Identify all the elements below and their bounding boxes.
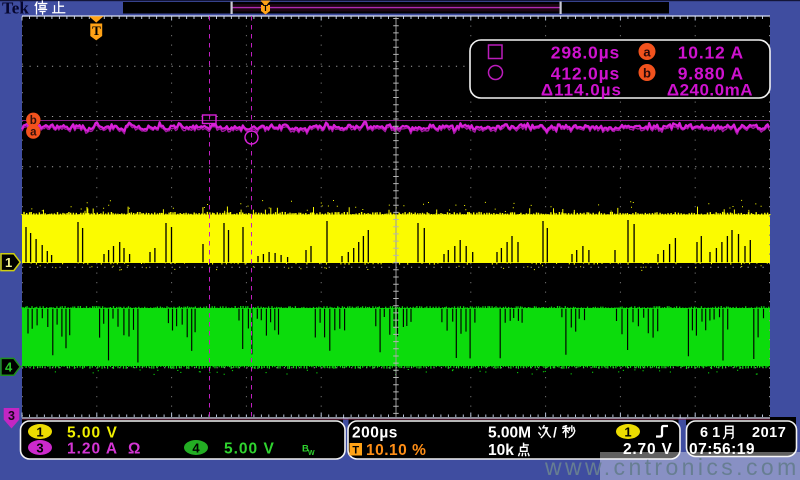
svg-text:/: / (553, 424, 557, 440)
svg-text:Δ240.0mA: Δ240.0mA (667, 81, 753, 100)
svg-text:4: 4 (192, 441, 200, 456)
svg-text:1: 1 (5, 255, 12, 270)
svg-text:10.10 %: 10.10 % (366, 442, 426, 459)
svg-text:Ω: Ω (128, 441, 140, 458)
svg-text:5.00 V: 5.00 V (67, 425, 118, 442)
svg-text:b: b (643, 66, 651, 81)
svg-text:1: 1 (624, 425, 631, 440)
svg-text:1.20 A: 1.20 A (67, 441, 118, 458)
svg-text:T: T (92, 23, 101, 38)
svg-text:10.12 A: 10.12 A (678, 43, 744, 63)
svg-text:1: 1 (36, 425, 43, 440)
svg-text:10k: 10k (488, 442, 514, 459)
svg-text:6 1: 6 1 (700, 425, 720, 441)
svg-text:5.00 V: 5.00 V (224, 441, 275, 458)
svg-text:3: 3 (8, 409, 15, 423)
svg-text:4: 4 (5, 360, 13, 375)
svg-text:5.00M: 5.00M (488, 425, 531, 442)
svg-text:Tek: Tek (2, 0, 29, 18)
svg-text:T: T (263, 3, 269, 13)
svg-text:a: a (643, 45, 651, 60)
svg-text:3: 3 (36, 441, 43, 456)
svg-text:2017: 2017 (752, 425, 786, 441)
svg-text:T: T (352, 445, 359, 457)
svg-text:W: W (308, 450, 315, 457)
svg-text:a: a (30, 127, 37, 139)
svg-text:298.0µs: 298.0µs (551, 43, 620, 63)
svg-text:www.cntronics.com: www.cntronics.com (544, 454, 800, 480)
svg-text:Δ114.0µs: Δ114.0µs (541, 81, 622, 100)
svg-text:200µs: 200µs (352, 425, 398, 442)
